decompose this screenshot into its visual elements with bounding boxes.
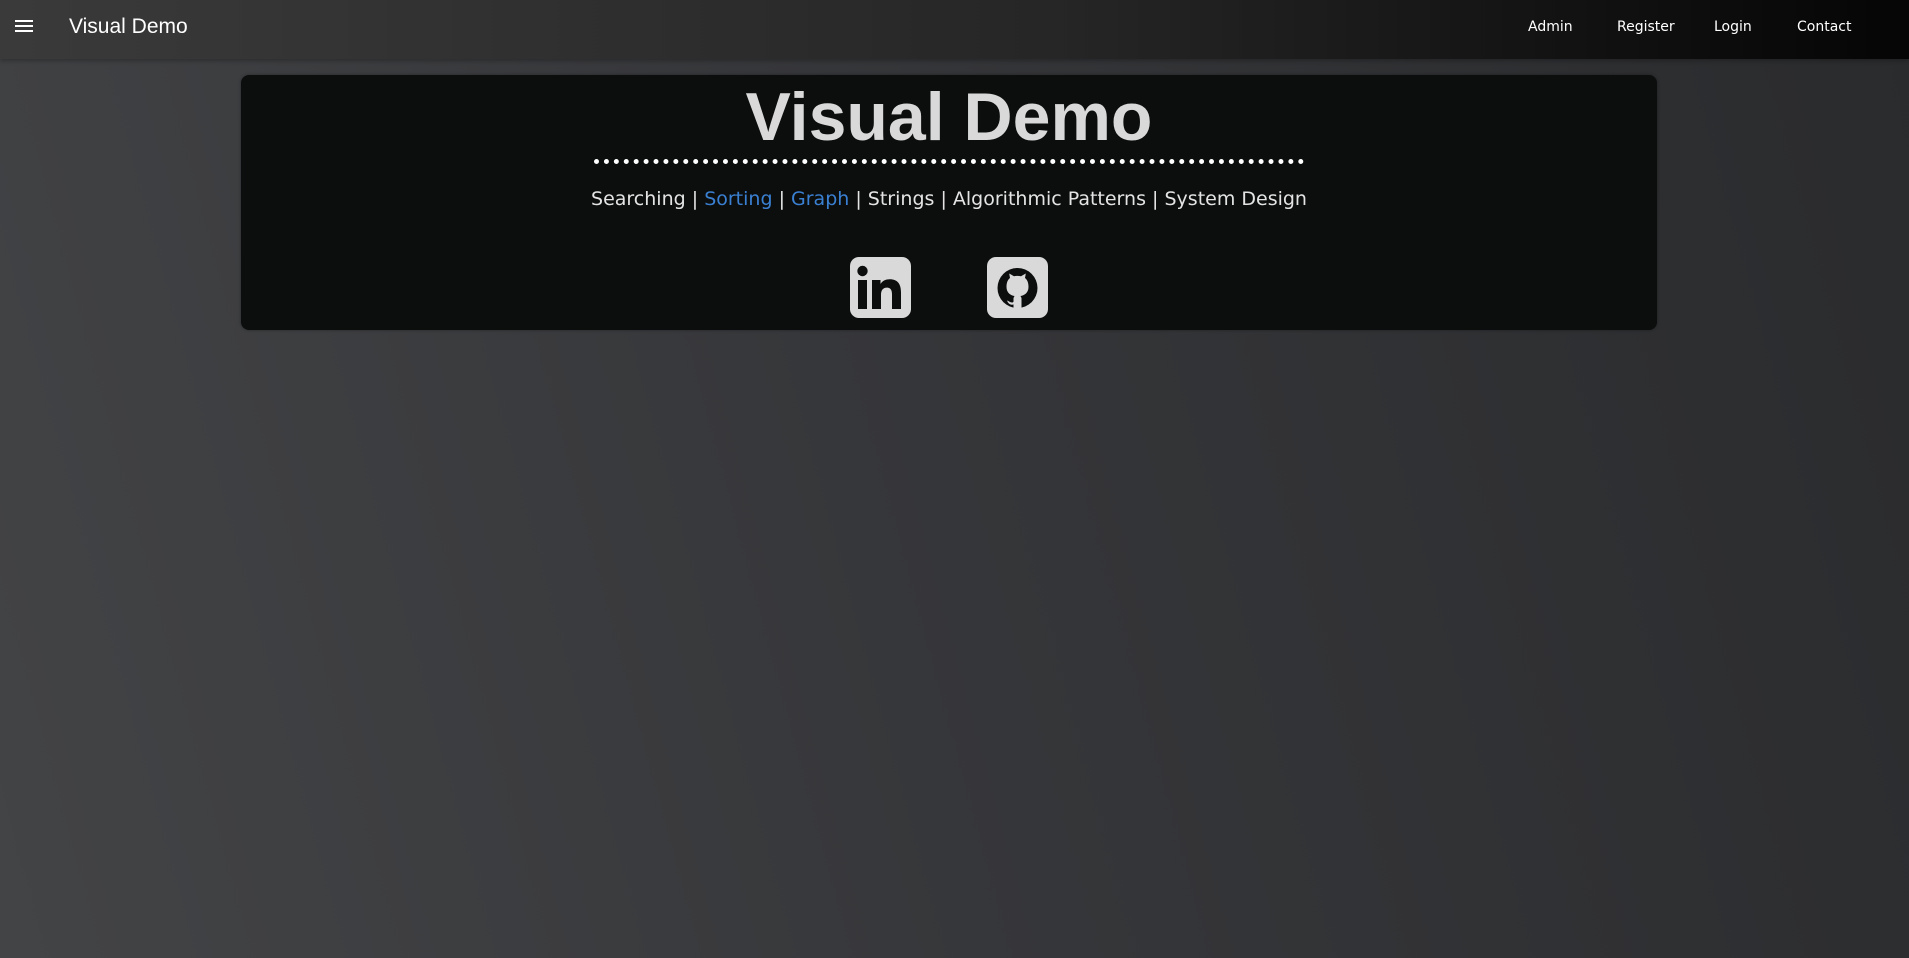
topic-algorithmic-patterns[interactable]: Algorithmic Patterns [953, 188, 1146, 210]
nav-link-admin[interactable]: Admin [1528, 18, 1573, 36]
topic-searching[interactable]: Searching [591, 188, 686, 210]
hamburger-menu-icon[interactable] [12, 17, 38, 37]
topic-strings[interactable]: Strings [868, 188, 935, 210]
topic-separator: | [940, 188, 947, 210]
nav-link-login[interactable]: Login [1714, 18, 1752, 36]
topic-sorting[interactable]: Sorting [704, 188, 772, 210]
topic-system-design[interactable]: System Design [1164, 188, 1307, 210]
hero-card: Visual Demo Searching | Sorting | Graph … [241, 75, 1657, 330]
topic-links: Searching | Sorting | Graph | Strings | … [241, 187, 1657, 211]
linkedin-icon[interactable] [850, 257, 911, 318]
nav-link-contact[interactable]: Contact [1797, 18, 1851, 36]
topic-separator: | [691, 188, 699, 210]
topic-separator: | [855, 188, 862, 210]
topic-separator: | [1152, 188, 1159, 210]
nav-link-register[interactable]: Register [1617, 18, 1675, 36]
hero-title: Visual Demo [745, 79, 1153, 155]
top-navbar: Visual Demo Admin Register Login Contact [0, 0, 1909, 59]
topic-graph[interactable]: Graph [791, 188, 849, 210]
github-icon[interactable] [987, 257, 1048, 318]
brand-title[interactable]: Visual Demo [69, 13, 188, 40]
topic-separator: | [778, 188, 785, 210]
dotted-divider [594, 159, 1304, 168]
